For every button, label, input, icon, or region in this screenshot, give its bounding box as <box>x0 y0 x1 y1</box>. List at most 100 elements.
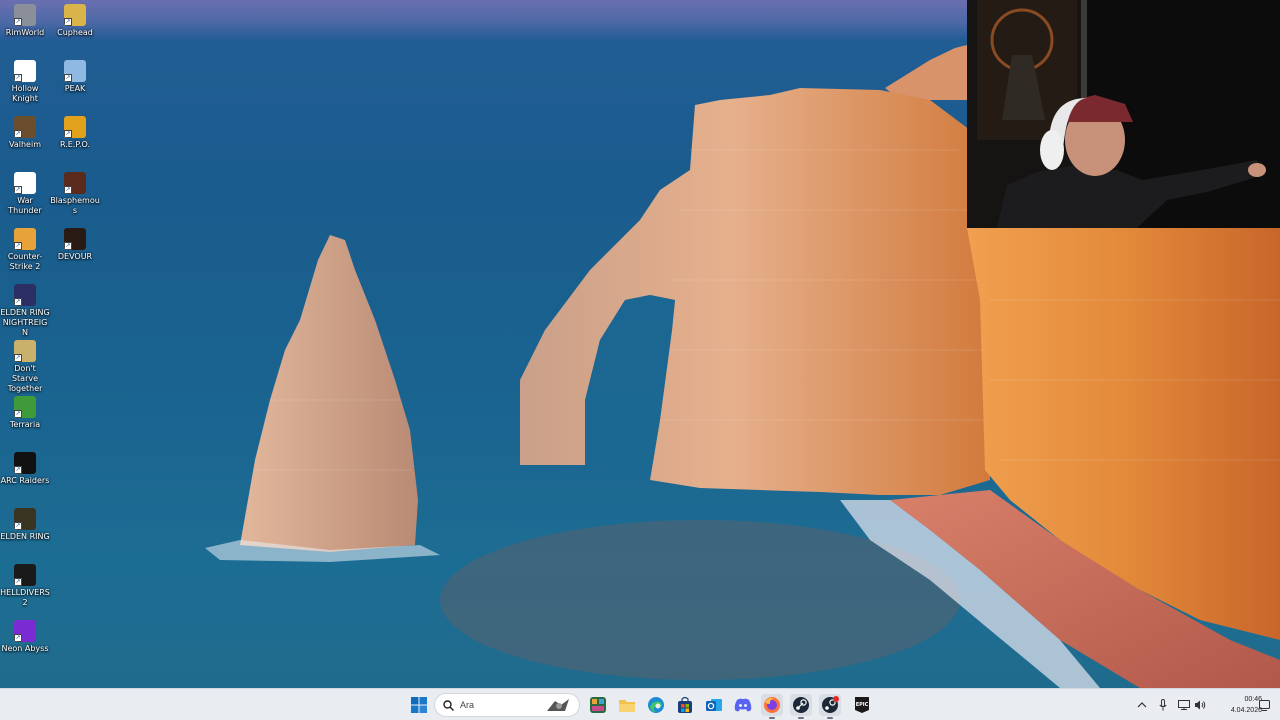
blasphemous-icon: ↗ <box>64 172 86 194</box>
desktop-shortcut-label: Cuphead <box>57 28 93 37</box>
edge-icon <box>648 697 664 713</box>
desktop-shortcut[interactable]: ↗ ELDEN RING NIGHTREIGN <box>0 284 50 338</box>
desktop-shortcut-label: Neon Abyss <box>1 644 49 653</box>
desktop-shortcut[interactable]: ↗ War Thunder <box>0 172 50 216</box>
shortcut-arrow-icon: ↗ <box>14 466 22 474</box>
desktop-shortcut[interactable]: ↗ ARC Raiders <box>0 452 50 486</box>
search-icon <box>443 699 454 711</box>
desktop-shortcut-label: RimWorld <box>5 28 45 37</box>
hollow-knight-icon: ↗ <box>14 60 36 82</box>
desktop-shortcut-label: Valheim <box>9 140 41 149</box>
desktop-shortcut[interactable]: ↗ Cuphead <box>50 4 100 38</box>
desktop-shortcut-label: ELDEN RING <box>0 532 50 541</box>
svg-text:EPIC: EPIC <box>856 702 869 708</box>
desktop-shortcut[interactable]: ↗ R.E.P.O. <box>50 116 100 150</box>
desktop-shortcut[interactable]: ↗ RimWorld <box>0 4 50 38</box>
desktop-shortcut-label: Counter-Strike 2 <box>7 252 43 271</box>
shortcut-arrow-icon: ↗ <box>64 186 72 194</box>
epic-games-icon: EPIC <box>855 697 869 713</box>
arc-raiders-icon: ↗ <box>14 452 36 474</box>
desktop-shortcut[interactable]: ↗ Counter-Strike 2 <box>0 228 50 272</box>
cuphead-icon: ↗ <box>64 4 86 26</box>
peak-icon: ↗ <box>64 60 86 82</box>
desktop-shortcut[interactable]: ↗ Don't Starve Together <box>0 340 50 394</box>
taskbar: EPIC 00:46 4.04.2026 <box>0 688 1280 720</box>
webcam-overlay <box>967 0 1280 228</box>
webcam-person-image <box>967 0 1280 228</box>
desktop-shortcut[interactable]: ↗ DEVOUR <box>50 228 100 262</box>
outlook-icon <box>706 699 722 711</box>
desktop-shortcut-label: R.E.P.O. <box>59 140 91 149</box>
desktop-shortcut-label: War Thunder <box>8 196 42 215</box>
store-icon <box>678 696 692 713</box>
chevron-up-icon[interactable] <box>1135 698 1149 712</box>
clock-time: 00:46 <box>1244 696 1262 703</box>
rimworld-icon: ↗ <box>14 4 36 26</box>
desktop-shortcut[interactable]: ↗ PEAK <box>50 60 100 94</box>
helldivers-icon: ↗ <box>14 564 36 586</box>
devour-icon: ↗ <box>64 228 86 250</box>
desktop-shortcut[interactable]: ↗ Blasphemous <box>50 172 100 216</box>
desktop-shortcut-label: ARC Raiders <box>0 476 50 485</box>
windows-icon <box>411 697 427 713</box>
desktop-shortcut-label: Terraria <box>9 420 41 429</box>
widgets-button[interactable] <box>587 694 609 716</box>
neon-abyss-icon: ↗ <box>14 620 36 642</box>
file-explorer-button[interactable] <box>616 694 638 716</box>
desktop-shortcut[interactable]: ↗ Valheim <box>0 116 50 150</box>
steam-notify-button[interactable] <box>819 694 841 719</box>
steam-badge-icon <box>822 696 839 713</box>
widgets-icon <box>590 697 606 713</box>
dont-starve-icon: ↗ <box>14 340 36 362</box>
shortcut-arrow-icon: ↗ <box>64 130 72 138</box>
desktop-shortcut-label: PEAK <box>64 84 86 93</box>
elden-ring-nightreign-icon: ↗ <box>14 284 36 306</box>
desktop-shortcut[interactable]: ↗ Terraria <box>0 396 50 430</box>
repo-icon: ↗ <box>64 116 86 138</box>
desktop-shortcut[interactable]: ↗ HELLDIVERS 2 <box>0 564 50 608</box>
shortcut-arrow-icon: ↗ <box>14 18 22 26</box>
microphone-icon[interactable] <box>1156 698 1170 712</box>
taskbar-search[interactable] <box>434 693 580 717</box>
counter-strike-icon: ↗ <box>14 228 36 250</box>
network-icon[interactable] <box>1177 698 1191 712</box>
start-button[interactable] <box>408 694 430 716</box>
store-button[interactable] <box>674 694 696 716</box>
discord-button[interactable] <box>732 694 754 716</box>
desktop-shortcut[interactable]: ↗ ELDEN RING <box>0 508 50 542</box>
shortcut-arrow-icon: ↗ <box>14 74 22 82</box>
outlook-button[interactable] <box>703 694 725 716</box>
elden-ring-icon: ↗ <box>14 508 36 530</box>
desktop-shortcut-label: DEVOUR <box>57 252 93 261</box>
search-highlight-icon <box>547 699 569 711</box>
tray-clock[interactable]: 00:46 4.04.2026 <box>1210 694 1262 716</box>
edge-button[interactable] <box>645 694 667 716</box>
war-thunder-icon: ↗ <box>14 172 36 194</box>
desktop-shortcut-label: ELDEN RING NIGHTREIGN <box>0 308 50 337</box>
discord-icon <box>734 698 752 712</box>
volume-icon[interactable] <box>1193 698 1207 712</box>
desktop-shortcut[interactable]: ↗ Hollow Knight <box>0 60 50 104</box>
firefox-icon <box>764 697 780 713</box>
shortcut-arrow-icon: ↗ <box>14 298 22 306</box>
desktop-shortcut-label: Don't Starve Together <box>7 364 43 393</box>
shortcut-arrow-icon: ↗ <box>14 130 22 138</box>
shortcut-arrow-icon: ↗ <box>14 634 22 642</box>
notification-bell-icon[interactable] <box>1257 698 1271 712</box>
shortcut-arrow-icon: ↗ <box>14 186 22 194</box>
steam-button[interactable] <box>790 694 812 719</box>
shortcut-arrow-icon: ↗ <box>14 410 22 418</box>
shortcut-arrow-icon: ↗ <box>64 242 72 250</box>
steam-icon <box>793 697 809 713</box>
epic-games-button[interactable]: EPIC <box>851 694 873 716</box>
desktop-shortcut-label: Blasphemous <box>50 196 100 215</box>
terraria-icon: ↗ <box>14 396 36 418</box>
search-input[interactable] <box>460 700 540 710</box>
desktop-shortcut-label: Hollow Knight <box>11 84 39 103</box>
shortcut-arrow-icon: ↗ <box>14 354 22 362</box>
desktop-shortcut[interactable]: ↗ Neon Abyss <box>0 620 50 654</box>
desktop-shortcut-label: HELLDIVERS 2 <box>0 588 50 607</box>
shortcut-arrow-icon: ↗ <box>14 522 22 530</box>
firefox-button[interactable] <box>761 694 783 719</box>
shortcut-arrow-icon: ↗ <box>14 578 22 586</box>
